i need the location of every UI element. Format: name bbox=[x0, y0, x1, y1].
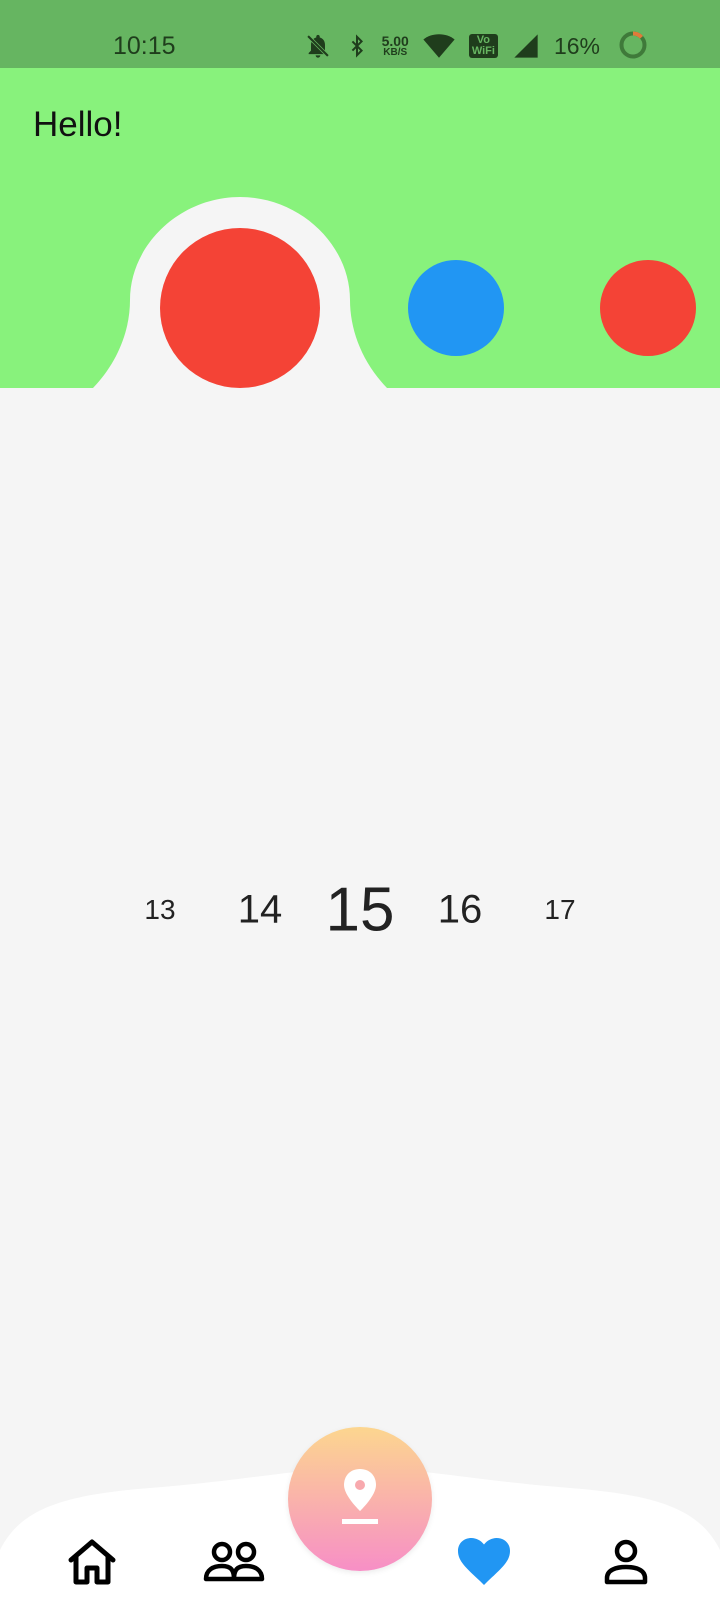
nav-favorites[interactable] bbox=[452, 1532, 516, 1596]
selected-dot[interactable] bbox=[160, 228, 320, 388]
volte-badge: Vo WiFi bbox=[468, 34, 498, 58]
heart-icon bbox=[456, 1537, 512, 1592]
picker-item[interactable]: 13 bbox=[144, 894, 175, 926]
person-icon bbox=[604, 1539, 648, 1590]
bluetooth-icon bbox=[346, 32, 368, 60]
location-fab-button[interactable] bbox=[288, 1427, 432, 1571]
battery-ring-icon bbox=[618, 30, 648, 65]
status-bar: 10:15 5.00 KB/S Vo WiFi 16% bbox=[0, 0, 720, 68]
picker-item[interactable]: 14 bbox=[238, 888, 283, 933]
picker-item-selected[interactable]: 15 bbox=[326, 875, 395, 946]
picker-item[interactable]: 17 bbox=[544, 894, 575, 926]
dot-blue[interactable] bbox=[408, 260, 504, 356]
nav-people[interactable] bbox=[202, 1532, 266, 1596]
dot-red[interactable] bbox=[600, 260, 696, 356]
number-picker[interactable]: 13 14 15 16 17 bbox=[0, 860, 720, 960]
net-speed-unit: KB/S bbox=[383, 47, 408, 58]
home-icon bbox=[65, 1538, 119, 1591]
bell-off-icon bbox=[304, 32, 332, 60]
nav-profile[interactable] bbox=[594, 1532, 658, 1596]
greeting-title: Hello! bbox=[33, 105, 123, 144]
volte-bottom: WiFi bbox=[471, 45, 495, 57]
nav-home[interactable] bbox=[60, 1532, 124, 1596]
people-icon bbox=[203, 1541, 265, 1588]
signal-icon bbox=[512, 32, 540, 60]
net-speed: 5.00 KB/S bbox=[382, 34, 409, 58]
status-icons: 5.00 KB/S Vo WiFi 16% bbox=[304, 26, 600, 66]
picker-item[interactable]: 16 bbox=[438, 888, 483, 933]
location-pin-icon bbox=[338, 1467, 382, 1532]
status-time: 10:15 bbox=[113, 32, 176, 60]
wifi-icon bbox=[423, 33, 455, 59]
battery-percent: 16% bbox=[553, 32, 600, 59]
net-speed-value: 5.00 bbox=[381, 33, 409, 49]
